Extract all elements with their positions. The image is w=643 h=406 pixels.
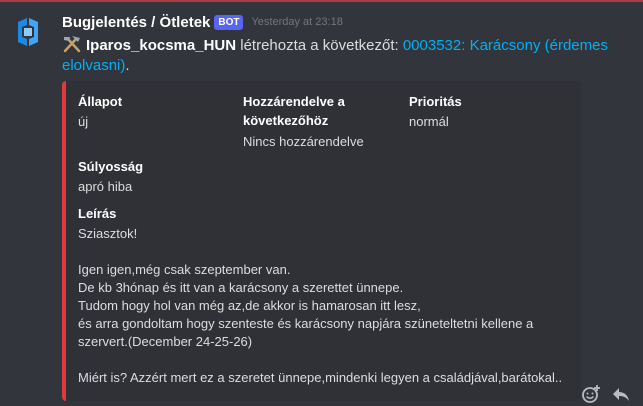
highlight-border <box>0 0 643 2</box>
field-description-name: Leírás <box>78 206 117 221</box>
field-priority-name: Prioritás <box>409 94 462 109</box>
username[interactable]: Bugjelentés / Ötletek <box>62 14 210 31</box>
description-line: Igen igen,még csak szeptember van. <box>78 262 291 277</box>
description-line: és arra gondoltam hogy szenteste és kará… <box>78 316 534 331</box>
field-severity-name: Súlyosság <box>78 159 144 174</box>
author-name[interactable]: Iparos_kocsma_HUN <box>86 37 236 54</box>
bot-badge: BOT <box>214 14 244 30</box>
trailing-punctuation: . <box>125 57 130 74</box>
issue-embed: Állapot új Hozzárendelve a következőhöz … <box>62 81 581 401</box>
description-line: Tudom hogy hol van még az,de akkor is ha… <box>78 298 421 313</box>
field-status-name: Állapot <box>78 94 123 109</box>
field-assigned-value: Nincs hozzárendelve <box>243 134 364 149</box>
field-assigned-name-line1: Hozzárendelve a <box>243 94 345 109</box>
message-content: Iparos_kocsma_HUN létrehozta a következő… <box>62 35 632 76</box>
description-line: Miért is? Azzért mert ez a szeretet ünne… <box>78 370 563 385</box>
description-line: Sziasztok! <box>78 226 138 241</box>
timestamp[interactable]: Yesterday at 23:18 <box>251 16 342 28</box>
bug-tracker-logo-icon[interactable] <box>10 14 46 50</box>
message-header: Bugjelentés / Ötletek BOT Yesterday at 2… <box>62 12 343 32</box>
description-line: szervert.(December 24-25-26) <box>78 334 253 349</box>
add-reaction-icon[interactable] <box>580 383 602 405</box>
field-priority-value: normál <box>409 114 449 129</box>
message-container: Bugjelentés / Ötletek BOT Yesterday at 2… <box>0 0 643 406</box>
action-text: létrehozta a következőt: <box>236 37 403 54</box>
hammer-pick-icon <box>62 35 82 53</box>
field-severity-value: apró hiba <box>78 179 133 194</box>
reply-icon[interactable] <box>610 383 632 405</box>
field-status-value: új <box>78 114 89 129</box>
field-assigned-name-line2: következőhöz <box>243 113 329 128</box>
message-actions <box>580 382 643 406</box>
description-line: De kb 3hónap és itt van a karácsony a sz… <box>78 280 404 295</box>
